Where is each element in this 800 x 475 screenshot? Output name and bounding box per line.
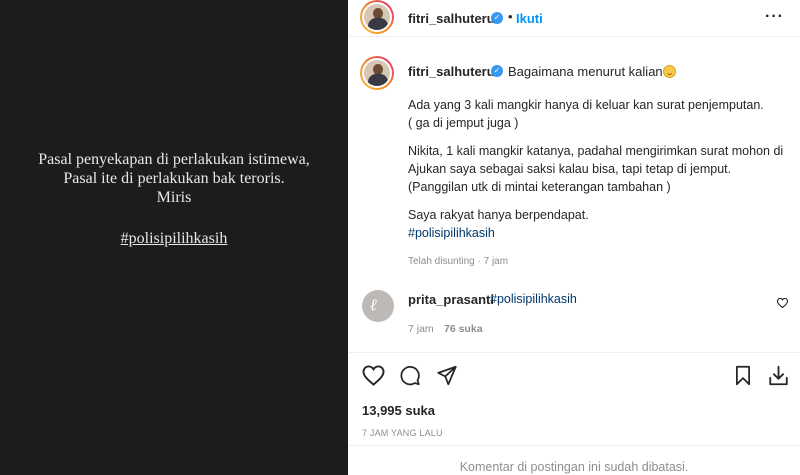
bookmark-icon[interactable] [733, 365, 753, 386]
actions-divider [348, 352, 800, 353]
caption-paragraph-2: Nikita, 1 kali mangkir katanya, padahal … [408, 144, 784, 194]
download-icon[interactable] [767, 365, 790, 387]
footer-divider [348, 445, 800, 446]
media-hashtag: #polisipilihkasih [120, 230, 228, 247]
caption-paragraph-3-text: Saya rakyat hanya berpendapat. [408, 208, 589, 222]
edited-timestamp: Telah disunting · 7 jam [408, 256, 509, 267]
caption-first-line: Bagaimana menurut kalian [508, 64, 676, 79]
post-media: Pasal penyekapan di perlakukan istimewa,… [0, 0, 348, 475]
comments-closed-notice: Komentar di postingan ini sudah dibatasi… [459, 460, 689, 474]
comment-heart-icon[interactable] [777, 298, 788, 308]
comment-likes[interactable]: 76 suka [444, 323, 483, 335]
post-time-ago: 7 JAM YANG LALU [362, 428, 443, 438]
share-icon[interactable] [436, 365, 458, 386]
author-username[interactable]: fitri_salhuteru [408, 11, 495, 26]
media-line-2: Pasal ite di perlakukan bak teroris. [63, 170, 285, 187]
more-horizontal-icon[interactable]: ··· [765, 8, 784, 26]
comment-icon[interactable] [399, 365, 421, 386]
follow-button[interactable]: Ikuti [516, 11, 543, 26]
media-line-1: Pasal penyekapan di perlakukan istimewa, [38, 151, 310, 168]
author-avatar[interactable] [360, 0, 394, 34]
media-caption: Pasal penyekapan di perlakukan istimewa,… [0, 150, 348, 207]
caption-paragraph-3: Saya rakyat hanya berpendapat. #polisipi… [408, 206, 788, 242]
caption-avatar[interactable] [360, 56, 394, 90]
caption-paragraph-1: Ada yang 3 kali mangkir hanya di keluar … [408, 98, 764, 130]
separator-dot: • [508, 9, 513, 24]
caption-first-text: Bagaimana menurut kalian [508, 64, 663, 79]
verified-badge-icon: ✓ [491, 12, 503, 24]
comment-time: 7 jam [408, 323, 434, 335]
post-header: fitri_salhuteru ✓ • Ikuti ··· [348, 0, 800, 37]
heart-icon[interactable] [362, 365, 385, 386]
verified-badge-icon: ✓ [491, 65, 503, 77]
comment-hashtag[interactable]: #polisipilihkasih [490, 292, 577, 306]
caption-username[interactable]: fitri_salhuteru [408, 64, 495, 79]
comment-username[interactable]: prita_prasanti [408, 292, 494, 307]
post-panel: fitri_salhuteru ✓ • Ikuti ··· fitri_salh… [348, 0, 800, 475]
like-count[interactable]: 13,995 suka [362, 403, 435, 418]
media-line-3: Miris [156, 189, 192, 206]
caption-hashtag[interactable]: #polisipilihkasih [408, 224, 788, 242]
smile-emoji-icon [662, 65, 676, 78]
commenter-avatar[interactable]: ℓ [362, 290, 394, 322]
